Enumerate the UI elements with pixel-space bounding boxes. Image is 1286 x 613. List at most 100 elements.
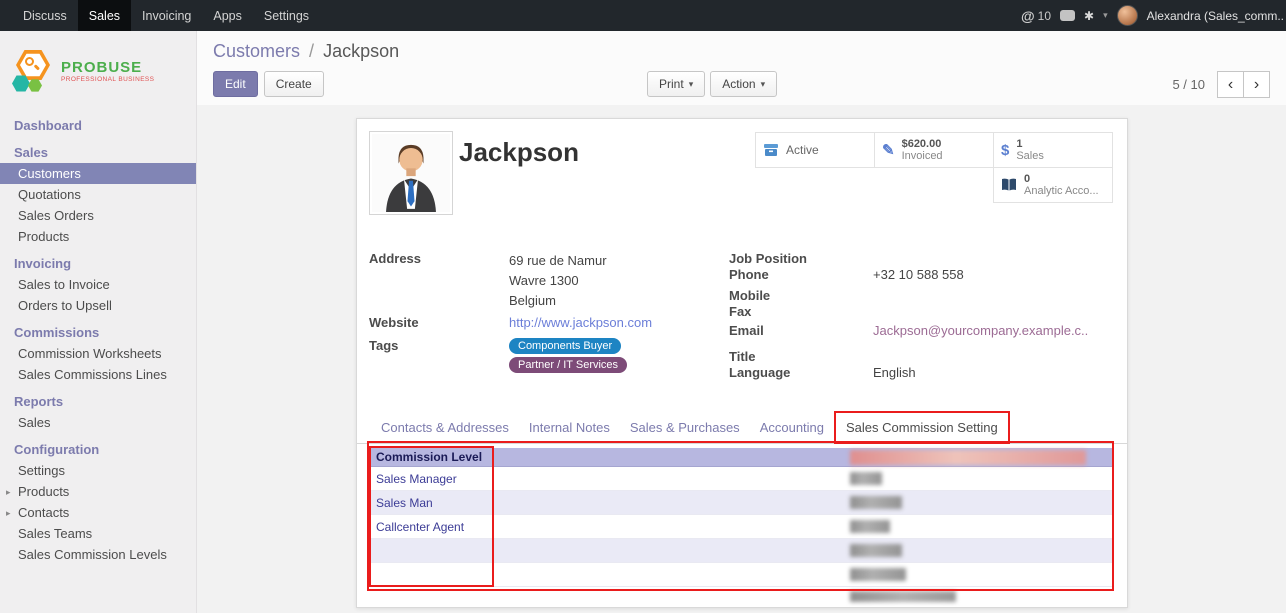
caret-down-icon: ▾ (689, 79, 694, 90)
tab-sales-commission-setting[interactable]: Sales Commission Setting (834, 411, 1010, 444)
spacer (874, 167, 994, 203)
tab-sales-purchases[interactable]: Sales & Purchases (620, 412, 750, 443)
sidebar-item-sales-commissions-lines[interactable]: Sales Commissions Lines (0, 364, 196, 385)
sidebar-item-sales-commission-levels[interactable]: Sales Commission Levels (0, 544, 196, 565)
sidebar-item-customers[interactable]: Customers (0, 163, 196, 184)
redacted-value (850, 520, 890, 533)
spacer (755, 167, 875, 203)
language-value[interactable]: English (873, 365, 916, 381)
address-line-3: Belgium (509, 291, 607, 311)
sidebar-item-label: Products (18, 484, 69, 499)
menu-settings[interactable]: Settings (253, 0, 320, 31)
customer-photo[interactable] (369, 131, 453, 215)
create-button[interactable]: Create (264, 71, 324, 97)
topbar: Discuss Sales Invoicing Apps Settings @ … (0, 0, 1286, 31)
action-button[interactable]: Action ▾ (710, 71, 777, 97)
pencil-icon: ✎ (882, 141, 895, 159)
sales-count: 1 (1016, 138, 1044, 150)
pager-previous-button[interactable]: ‹ (1217, 71, 1244, 98)
phone-label: Phone (729, 267, 873, 283)
phone-value[interactable]: +32 10 588 558 (873, 267, 964, 283)
user-menu[interactable]: Alexandra (Sales_comm.. (1147, 9, 1284, 23)
app-logo[interactable]: PROBUSE PROFESSIONAL BUSINESS (0, 31, 196, 109)
sidebar-header-invoicing[interactable]: Invoicing (0, 247, 196, 274)
support-icon[interactable]: ✱ (1084, 9, 1094, 23)
menu-invoicing[interactable]: Invoicing (131, 0, 202, 31)
cell-commission-level: Sales Man (376, 496, 433, 510)
user-avatar[interactable] (1117, 5, 1138, 26)
stat-active-button[interactable]: Active (755, 132, 875, 168)
tab-internal-notes[interactable]: Internal Notes (519, 412, 620, 443)
invoiced-label: Invoiced (902, 150, 943, 162)
app-screen: Discuss Sales Invoicing Apps Settings @ … (0, 0, 1286, 613)
archive-icon (763, 143, 779, 157)
sidebar-item-products[interactable]: Products (0, 226, 196, 247)
menu-discuss[interactable]: Discuss (12, 0, 78, 31)
print-button-label: Print (659, 77, 684, 91)
tag-components-buyer[interactable]: Components Buyer (509, 338, 621, 354)
sales-label: Sales (1016, 150, 1044, 162)
sidebar-item-orders-to-upsell[interactable]: Orders to Upsell (0, 295, 196, 316)
record-title: Jackpson (459, 137, 579, 168)
website-link[interactable]: http://www.jackpson.com (509, 315, 652, 331)
sidebar-header-dashboard[interactable]: Dashboard (0, 109, 196, 136)
table-row[interactable]: Callcenter Agent (371, 515, 1112, 539)
stat-invoiced-button[interactable]: ✎ $620.00 Invoiced (874, 132, 994, 168)
expand-arrow-icon: ▸ (6, 507, 11, 520)
address-value[interactable]: 69 rue de Namur Wavre 1300 Belgium (509, 251, 607, 311)
edit-button[interactable]: Edit (213, 71, 258, 97)
cell-commission-level: Sales Manager (376, 472, 457, 486)
sidebar-item-config-contacts[interactable]: ▸ Contacts (0, 502, 196, 523)
sidebar-item-sales-to-invoice[interactable]: Sales to Invoice (0, 274, 196, 295)
job-position-label: Job Position (729, 251, 873, 267)
sidebar-item-reports-sales[interactable]: Sales (0, 412, 196, 433)
sidebar-item-settings[interactable]: Settings (0, 460, 196, 481)
control-panel-buttons: Edit Create Print ▾ Action ▾ 5 / 10 (213, 71, 1270, 99)
sidebar-header-reports[interactable]: Reports (0, 385, 196, 412)
person-avatar-image (372, 134, 450, 212)
menu-apps[interactable]: Apps (202, 0, 253, 31)
tab-contacts-addresses[interactable]: Contacts & Addresses (371, 412, 519, 443)
mention-count: 10 (1038, 9, 1051, 23)
sidebar-header-configuration[interactable]: Configuration (0, 433, 196, 460)
topbar-right: @ 10 ✱ ▾ Alexandra (Sales_comm.. (1021, 0, 1286, 31)
table-row[interactable] (371, 539, 1112, 563)
table-row[interactable] (371, 563, 1112, 587)
probuse-logo-icon (12, 47, 54, 95)
sidebar-item-sales-orders[interactable]: Sales Orders (0, 205, 196, 226)
form-sheet: Jackpson Active ✎ $620.00 Invoiced $ (356, 118, 1128, 608)
sidebar-header-sales[interactable]: Sales (0, 136, 196, 163)
caret-down-icon[interactable]: ▾ (1103, 10, 1108, 21)
action-button-label: Action (722, 77, 755, 91)
breadcrumb-customers[interactable]: Customers (213, 41, 300, 61)
tag-partner-it-services[interactable]: Partner / IT Services (509, 357, 627, 373)
mentions-indicator[interactable]: @ 10 (1021, 8, 1051, 24)
sidebar-item-config-products[interactable]: ▸ Products (0, 481, 196, 502)
sidebar-nav: Dashboard Sales Customers Quotations Sal… (0, 109, 196, 565)
messages-icon[interactable] (1060, 10, 1075, 21)
book-icon (1001, 178, 1017, 192)
stat-analytic-button[interactable]: 0 Analytic Acco... (993, 167, 1113, 203)
logo-tagline: PROFESSIONAL BUSINESS (61, 76, 154, 83)
redacted-value (850, 472, 882, 485)
commission-table: Commission Level Sales Manager Sales Man… (371, 448, 1112, 587)
logo-title: PROBUSE (61, 59, 154, 76)
tab-accounting[interactable]: Accounting (750, 412, 834, 443)
expand-arrow-icon: ▸ (6, 486, 11, 499)
stat-sales-button[interactable]: $ 1 Sales (993, 132, 1113, 168)
sidebar-item-sales-teams[interactable]: Sales Teams (0, 523, 196, 544)
sidebar-item-quotations[interactable]: Quotations (0, 184, 196, 205)
pager-next-button[interactable]: › (1243, 71, 1270, 98)
redacted-value (850, 544, 902, 557)
table-row[interactable]: Sales Manager (371, 467, 1112, 491)
email-link[interactable]: Jackpson@yourcompany.example.c.. (873, 323, 1088, 339)
table-header-row: Commission Level (371, 448, 1112, 467)
email-label: Email (729, 323, 873, 339)
redacted-value (850, 568, 906, 581)
sidebar-item-commission-worksheets[interactable]: Commission Worksheets (0, 343, 196, 364)
print-button[interactable]: Print ▾ (647, 71, 705, 97)
table-row[interactable]: Sales Man (371, 491, 1112, 515)
menu-sales[interactable]: Sales (78, 0, 131, 31)
caret-down-icon: ▾ (761, 79, 766, 90)
sidebar-header-commissions[interactable]: Commissions (0, 316, 196, 343)
